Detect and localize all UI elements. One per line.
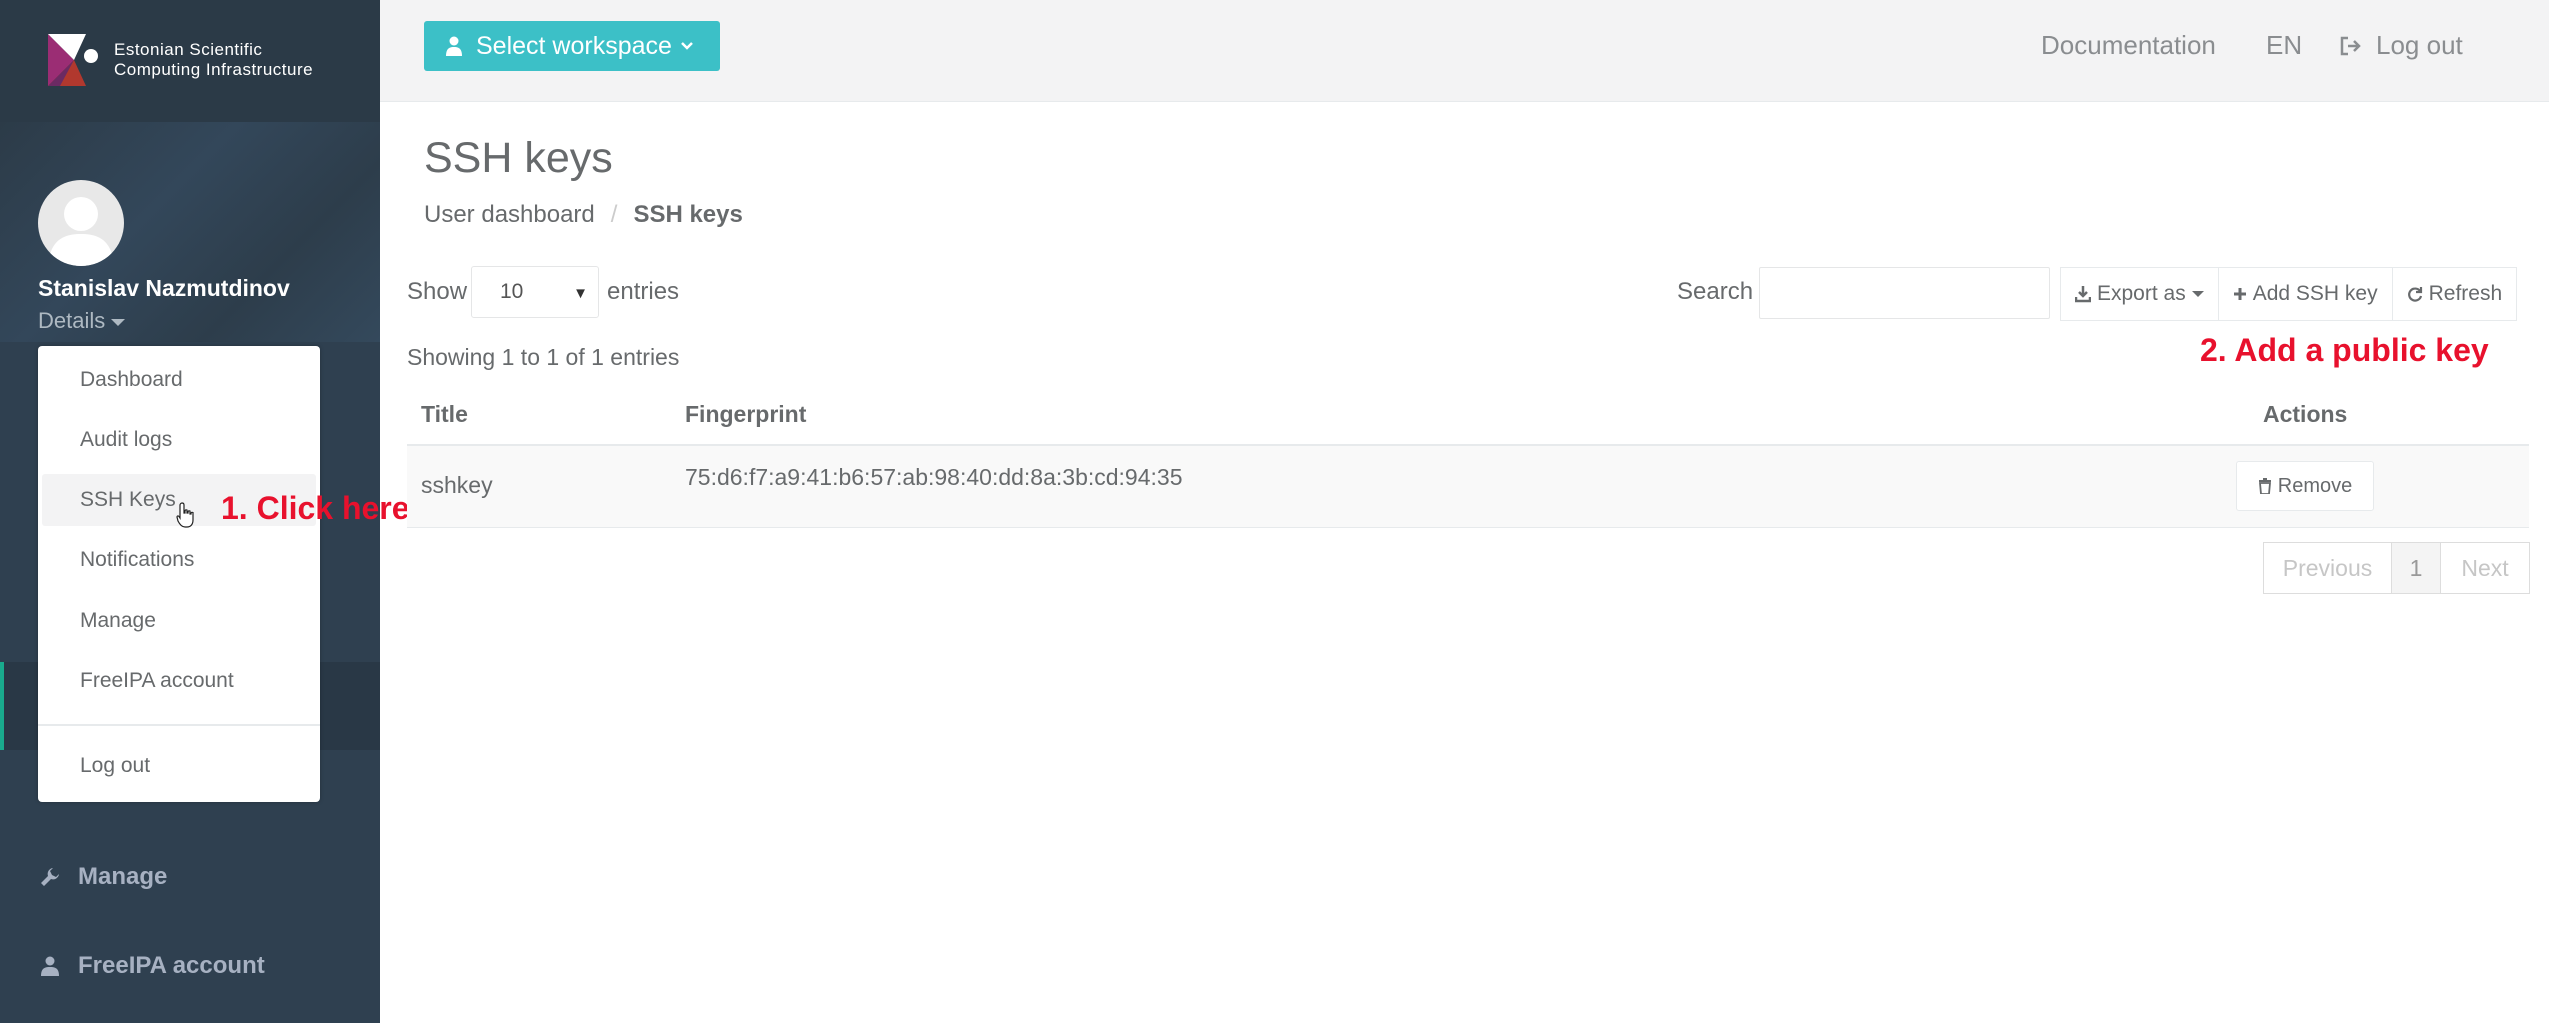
entries-label: entries <box>607 278 680 305</box>
pagination-page-1[interactable]: 1 <box>2391 542 2441 594</box>
show-label: Show <box>407 278 468 305</box>
annotation-step-1: 1. Click here <box>221 490 410 526</box>
select-workspace-label: Select workspace <box>476 31 672 60</box>
breadcrumb-separator: / <box>610 201 618 228</box>
refresh-icon <box>2407 287 2422 302</box>
logout-label: Log out <box>2376 30 2463 60</box>
brand-name: Estonian Scientific Computing Infrastruc… <box>114 40 313 80</box>
table-info: Showing 1 to 1 of 1 entries <box>407 344 680 370</box>
refresh-button[interactable]: Refresh <box>2391 267 2518 321</box>
documentation-link[interactable]: Documentation <box>2041 30 2216 61</box>
column-fingerprint[interactable]: Fingerprint <box>685 401 806 428</box>
row-fingerprint: 75:d6:f7:a9:41:b6:57:ab:98:40:dd:8a:3b:c… <box>685 464 1183 490</box>
caret-down-icon <box>111 318 126 326</box>
sidebar-item-label: Manage <box>78 863 168 890</box>
brand-line-2: Computing Infrastructure <box>114 60 314 79</box>
dropdown-arrow-icon: ▼ <box>573 285 588 302</box>
hand-pointer-cursor-icon <box>176 502 196 533</box>
remove-button[interactable]: Remove <box>2236 461 2374 511</box>
trash-icon <box>2258 478 2271 494</box>
breadcrumb-current: SSH keys <box>633 201 743 228</box>
add-ssh-key-label: Add SSH key <box>2252 282 2378 305</box>
wrench-icon <box>38 866 62 888</box>
menu-item-notifications[interactable]: Notifications <box>42 534 316 586</box>
user-icon <box>446 36 462 56</box>
language-selector[interactable]: EN <box>2266 30 2302 61</box>
breadcrumb: User dashboard / SSH keys <box>424 201 743 229</box>
sidebar-item-manage[interactable]: Manage <box>38 863 167 891</box>
column-title[interactable]: Title <box>421 401 468 428</box>
pagination-next[interactable]: Next <box>2440 542 2530 594</box>
column-actions: Actions <box>2263 401 2348 427</box>
annotation-step-2: 2. Add a public key <box>2200 332 2489 368</box>
export-as-label: Export as <box>2097 282 2186 305</box>
breadcrumb-user-dashboard[interactable]: User dashboard <box>424 201 595 229</box>
sidebar-item-label: FreeIPA account <box>78 952 265 979</box>
table-row: sshkey 75:d6:f7:a9:41:b6:57:ab:98:40:dd:… <box>407 446 2529 528</box>
menu-divider <box>38 724 320 726</box>
search-input[interactable] <box>1759 267 2050 319</box>
download-icon <box>2075 286 2091 303</box>
plus-icon <box>2233 288 2246 300</box>
ssh-keys-table: Title Fingerprint Actions sshkey 75:d6:f… <box>407 388 2529 528</box>
search-label: Search <box>1677 278 1754 305</box>
sign-out-icon <box>2340 36 2362 56</box>
logout-link[interactable]: Log out <box>2340 30 2463 61</box>
details-dropdown-toggle[interactable]: Details <box>38 308 126 334</box>
export-as-button[interactable]: Export as <box>2060 267 2219 321</box>
pagination-previous[interactable]: Previous <box>2263 542 2392 594</box>
menu-item-dashboard[interactable]: Dashboard <box>42 354 316 406</box>
pagination: Previous 1 Next <box>2263 542 2530 594</box>
sidebar-item-freeipa[interactable]: FreeIPA account <box>38 952 265 980</box>
table-actions-group: Export as Add SSH key Refresh <box>2060 267 2518 321</box>
menu-item-audit-logs[interactable]: Audit logs <box>42 414 316 466</box>
select-workspace-button[interactable]: Select workspace <box>424 21 720 71</box>
menu-item-manage[interactable]: Manage <box>42 595 316 647</box>
user-icon <box>38 956 62 976</box>
user-name: Stanislav Nazmutdinov <box>38 275 290 301</box>
avatar[interactable] <box>38 180 124 266</box>
details-label: Details <box>38 308 106 333</box>
row-title: sshkey <box>421 472 493 498</box>
chevron-down-icon <box>680 41 694 51</box>
avatar-placeholder-icon <box>48 197 114 266</box>
caret-down-icon <box>2191 291 2204 297</box>
add-ssh-key-button[interactable]: Add SSH key <box>2217 267 2393 321</box>
refresh-label: Refresh <box>2428 282 2503 305</box>
menu-item-freeipa-account[interactable]: FreeIPA account <box>42 655 316 707</box>
menu-item-log-out[interactable]: Log out <box>42 740 316 792</box>
brand-line-1: Estonian Scientific <box>114 40 263 59</box>
brand-logo[interactable]: Estonian Scientific Computing Infrastruc… <box>48 34 313 86</box>
user-dropdown-menu: Dashboard Audit logs SSH Keys Notificati… <box>38 346 320 802</box>
table-header: Title Fingerprint Actions <box>407 388 2529 446</box>
page-size-select[interactable]: 10 ▼ <box>471 266 599 318</box>
page-size-value: 10 <box>500 280 524 303</box>
page-title: SSH keys <box>424 134 613 182</box>
etais-logo-icon <box>48 34 100 86</box>
remove-label: Remove <box>2277 474 2353 497</box>
